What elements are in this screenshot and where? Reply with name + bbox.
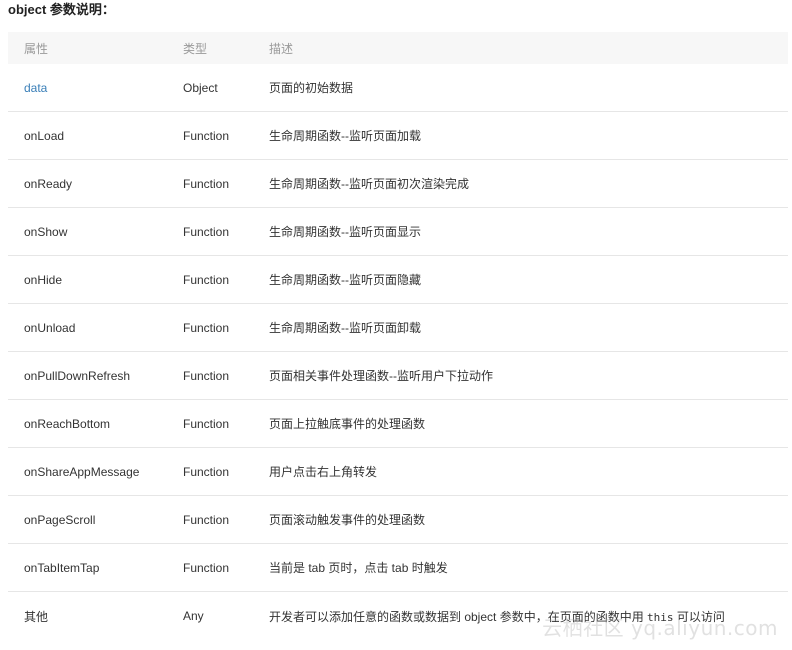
table-row: onShow Function 生命周期函数--监听页面显示	[8, 208, 788, 256]
type-cell: Function	[183, 368, 230, 383]
type-cell: Function	[183, 176, 230, 191]
table-row: onShareAppMessage Function 用户点击右上角转发	[8, 448, 788, 496]
type-cell: Object	[183, 80, 218, 95]
header-property: 属性	[24, 41, 49, 56]
property-cell: onShareAppMessage	[24, 464, 140, 479]
type-cell: Function	[183, 224, 230, 239]
section-heading: object 参数说明：	[8, 2, 115, 17]
table-row: onLoad Function 生命周期函数--监听页面加载	[8, 112, 788, 160]
property-cell: onHide	[24, 272, 63, 287]
description-cell: 生命周期函数--监听页面卸载	[269, 321, 421, 335]
property-cell: onPullDownRefresh	[24, 368, 131, 383]
property-cell: onReachBottom	[24, 416, 111, 431]
property-cell: onShow	[24, 224, 68, 239]
description-cell: 生命周期函数--监听页面初次渲染完成	[269, 177, 469, 191]
property-cell: onLoad	[24, 128, 65, 143]
watermark: 云栖社区 yq.aliyun.com	[542, 616, 778, 640]
table-row: onUnload Function 生命周期函数--监听页面卸载	[8, 304, 788, 352]
header-description: 描述	[269, 41, 294, 56]
type-cell: Function	[183, 464, 230, 479]
table-row: onReachBottom Function 页面上拉触底事件的处理函数	[8, 400, 788, 448]
table-row: onPageScroll Function 页面滚动触发事件的处理函数	[8, 496, 788, 544]
description-cell: 页面的初始数据	[269, 81, 354, 95]
description-cell: 生命周期函数--监听页面隐藏	[269, 273, 421, 287]
table-row: onReady Function 生命周期函数--监听页面初次渲染完成	[8, 160, 788, 208]
property-link-data[interactable]: data	[24, 81, 183, 95]
property-cell: 其他	[24, 609, 49, 624]
type-cell: Function	[183, 560, 230, 575]
params-table: 属性 类型 描述 data Object 页面的初始数据 onLoad Func…	[8, 32, 788, 640]
property-cell: onTabItemTap	[24, 560, 100, 575]
type-cell: Function	[183, 320, 230, 335]
description-cell: 页面相关事件处理函数--监听用户下拉动作	[269, 369, 493, 383]
type-cell: Function	[183, 512, 230, 527]
description-cell: 页面上拉触底事件的处理函数	[269, 417, 426, 431]
table-row: onPullDownRefresh Function 页面相关事件处理函数--监…	[8, 352, 788, 400]
description-cell: 生命周期函数--监听页面显示	[269, 225, 421, 239]
type-cell: Function	[183, 416, 230, 431]
property-cell: onPageScroll	[24, 512, 96, 527]
property-cell: onReady	[24, 176, 73, 191]
description-cell: 生命周期函数--监听页面加载	[269, 129, 421, 143]
type-cell: Function	[183, 272, 230, 287]
type-cell: Function	[183, 128, 230, 143]
type-cell: Any	[183, 609, 204, 623]
table-row: data Object 页面的初始数据	[8, 64, 788, 112]
description-cell: 当前是 tab 页时，点击 tab 时触发	[269, 561, 448, 575]
header-type: 类型	[183, 41, 208, 56]
description-cell: 用户点击右上角转发	[269, 465, 378, 479]
property-cell: onUnload	[24, 320, 76, 335]
description-cell: 页面滚动触发事件的处理函数	[269, 513, 426, 527]
table-row: onHide Function 生命周期函数--监听页面隐藏	[8, 256, 788, 304]
table-header: 属性 类型 描述	[8, 32, 788, 64]
table-row: onTabItemTap Function 当前是 tab 页时，点击 tab …	[8, 544, 788, 592]
